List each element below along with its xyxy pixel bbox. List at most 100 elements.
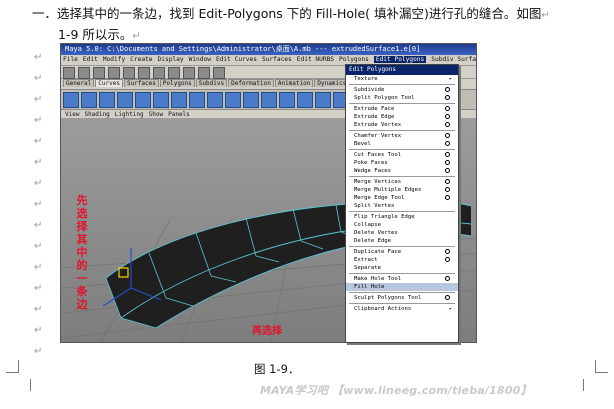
shelf-tool-icon[interactable] bbox=[261, 92, 277, 108]
option-box-icon[interactable] bbox=[445, 87, 450, 92]
menu-item-split-polygon-tool[interactable]: Split Polygon Tool bbox=[346, 94, 458, 102]
shelf-tool-icon[interactable] bbox=[279, 92, 295, 108]
shelf-tool-icon[interactable] bbox=[117, 92, 133, 108]
menu-item-delete-vertex[interactable]: Delete Vertex bbox=[346, 229, 458, 237]
menu-item-extract[interactable]: Extract bbox=[346, 256, 458, 264]
option-box-icon[interactable] bbox=[445, 187, 450, 192]
menu-item-merge-vertices[interactable]: Merge Vertices bbox=[346, 178, 458, 186]
new-scene-icon[interactable] bbox=[63, 67, 75, 79]
menu-item-chamfer-vertex[interactable]: Chamfer Vertex bbox=[346, 132, 458, 140]
option-box-icon[interactable] bbox=[445, 152, 450, 157]
panel-menu-shading[interactable]: Shading bbox=[84, 111, 109, 118]
option-box-icon[interactable] bbox=[445, 195, 450, 200]
option-box-icon[interactable] bbox=[445, 249, 450, 254]
shelf-tab-subdivs[interactable]: Subdivs bbox=[195, 79, 228, 87]
select-object-icon[interactable] bbox=[123, 67, 135, 79]
menu-item-separate[interactable]: Separate bbox=[346, 264, 458, 272]
shelf-tab-animation[interactable]: Animation bbox=[274, 79, 314, 87]
menu-item-extrude-vertex[interactable]: Extrude Vertex bbox=[346, 121, 458, 129]
menu-item-delete-edge[interactable]: Delete Edge bbox=[346, 237, 458, 245]
option-box-icon[interactable] bbox=[445, 179, 450, 184]
menu-item-merge-edge-tool[interactable]: Merge Edge Tool bbox=[346, 194, 458, 202]
panel-menu-view[interactable]: View bbox=[65, 111, 79, 118]
option-box-icon[interactable] bbox=[445, 133, 450, 138]
option-box-icon[interactable] bbox=[445, 295, 450, 300]
menu-surfaces[interactable]: Surfaces bbox=[262, 56, 292, 63]
menu-edit-curves[interactable]: Edit Curves bbox=[216, 56, 257, 63]
shelf-tool-icon[interactable] bbox=[315, 92, 331, 108]
shelf-tool-icon[interactable] bbox=[153, 92, 169, 108]
menu-window[interactable]: Window bbox=[189, 56, 211, 63]
panel-menu-show[interactable]: Show bbox=[149, 111, 163, 118]
menu-item-split-vertex[interactable]: Split Vertex bbox=[346, 202, 458, 210]
menu-item-extrude-edge[interactable]: Extrude Edge bbox=[346, 113, 458, 121]
menu-item-texture[interactable]: Texture ▸ bbox=[346, 75, 458, 83]
panel-menu-lighting[interactable]: Lighting bbox=[115, 111, 144, 118]
menu-subdiv-surfaces[interactable]: Subdiv Surfaces bbox=[431, 56, 476, 63]
menu-item-collapse[interactable]: Collapse bbox=[346, 221, 458, 229]
shelf-tool-icon[interactable] bbox=[135, 92, 151, 108]
menu-edit-polygons[interactable]: Edit Polygons bbox=[373, 56, 427, 63]
shelf-tab-general[interactable]: General bbox=[63, 79, 95, 87]
menu-display[interactable]: Display bbox=[158, 56, 184, 63]
select-component-icon[interactable] bbox=[138, 67, 150, 79]
menu-modify[interactable]: Modify bbox=[103, 56, 125, 63]
shelf-tool-icon[interactable] bbox=[207, 92, 223, 108]
menu-edit[interactable]: Edit bbox=[83, 56, 98, 63]
menu-file[interactable]: File bbox=[63, 56, 78, 63]
option-box-icon[interactable] bbox=[445, 141, 450, 146]
menu-item-sculpt-polygons-tool[interactable]: Sculpt Polygons Tool bbox=[346, 294, 458, 302]
option-box-icon[interactable] bbox=[445, 168, 450, 173]
menu-item-wedge-faces[interactable]: Wedge Faces bbox=[346, 167, 458, 175]
open-scene-icon[interactable] bbox=[78, 67, 90, 79]
shelf-tab-polygons[interactable]: Polygons bbox=[159, 79, 195, 87]
menu-item-fill-hole[interactable]: Fill Hole bbox=[346, 283, 458, 291]
option-box-icon[interactable] bbox=[445, 257, 450, 262]
menu-item-clipboard-actions[interactable]: Clipboard Actions ▸ bbox=[346, 305, 458, 313]
shelf-tool-icon[interactable] bbox=[225, 92, 241, 108]
shelf-tool-icon[interactable] bbox=[81, 92, 97, 108]
menu-separator bbox=[349, 130, 455, 131]
edit-polygons-menu-header[interactable]: Edit Polygons bbox=[346, 65, 458, 75]
menu-item-label: Cut Faces Tool bbox=[354, 152, 402, 158]
shelf-tool-icon[interactable] bbox=[243, 92, 259, 108]
shelf-tab-surfaces[interactable]: Surfaces bbox=[123, 79, 159, 87]
select-hierarchy-icon[interactable] bbox=[108, 67, 120, 79]
shelf-tool-icon[interactable] bbox=[297, 92, 313, 108]
margin-mark: ↵ bbox=[34, 325, 43, 336]
snap-curve-icon[interactable] bbox=[168, 67, 180, 79]
ipr-render-icon[interactable] bbox=[213, 67, 225, 79]
save-scene-icon[interactable] bbox=[93, 67, 105, 79]
menu-item-extrude-face[interactable]: Extrude Face bbox=[346, 105, 458, 113]
menu-item-label: Merge Multiple Edges bbox=[354, 187, 422, 193]
option-box-icon[interactable] bbox=[445, 114, 450, 119]
menu-item-flip-triangle-edge[interactable]: Flip Triangle Edge bbox=[346, 213, 458, 221]
shelf-tool-icon[interactable] bbox=[63, 92, 79, 108]
snap-grid-icon[interactable] bbox=[153, 67, 165, 79]
menu-item-merge-multiple-edges[interactable]: Merge Multiple Edges bbox=[346, 186, 458, 194]
menu-create[interactable]: Create bbox=[130, 56, 152, 63]
snap-point-icon[interactable] bbox=[183, 67, 195, 79]
margin-mark: ↵ bbox=[34, 346, 43, 357]
shelf-tab-curves[interactable]: Curves bbox=[95, 79, 123, 87]
render-icon[interactable] bbox=[198, 67, 210, 79]
menu-item-cut-faces-tool[interactable]: Cut Faces Tool bbox=[346, 151, 458, 159]
menu-item-poke-faces[interactable]: Poke Faces bbox=[346, 159, 458, 167]
menu-item-label: Texture bbox=[354, 76, 378, 82]
option-box-icon[interactable] bbox=[445, 106, 450, 111]
option-box-icon[interactable] bbox=[445, 95, 450, 100]
menu-item-bevel[interactable]: Bevel bbox=[346, 140, 458, 148]
shelf-tab-deformation[interactable]: Deformation bbox=[228, 79, 274, 87]
panel-menu-panels[interactable]: Panels bbox=[168, 111, 190, 118]
shelf-tool-icon[interactable] bbox=[171, 92, 187, 108]
menu-item-make-hole-tool[interactable]: Make Hole Tool bbox=[346, 275, 458, 283]
shelf-tool-icon[interactable] bbox=[99, 92, 115, 108]
shelf-tool-icon[interactable] bbox=[189, 92, 205, 108]
menu-item-duplicate-face[interactable]: Duplicate Face bbox=[346, 248, 458, 256]
option-box-icon[interactable] bbox=[445, 160, 450, 165]
option-box-icon[interactable] bbox=[445, 122, 450, 127]
option-box-icon[interactable] bbox=[445, 276, 450, 281]
menu-edit-nurbs[interactable]: Edit NURBS bbox=[297, 56, 334, 63]
menu-item-subdivide[interactable]: Subdivide bbox=[346, 86, 458, 94]
menu-polygons[interactable]: Polygons bbox=[339, 56, 369, 63]
